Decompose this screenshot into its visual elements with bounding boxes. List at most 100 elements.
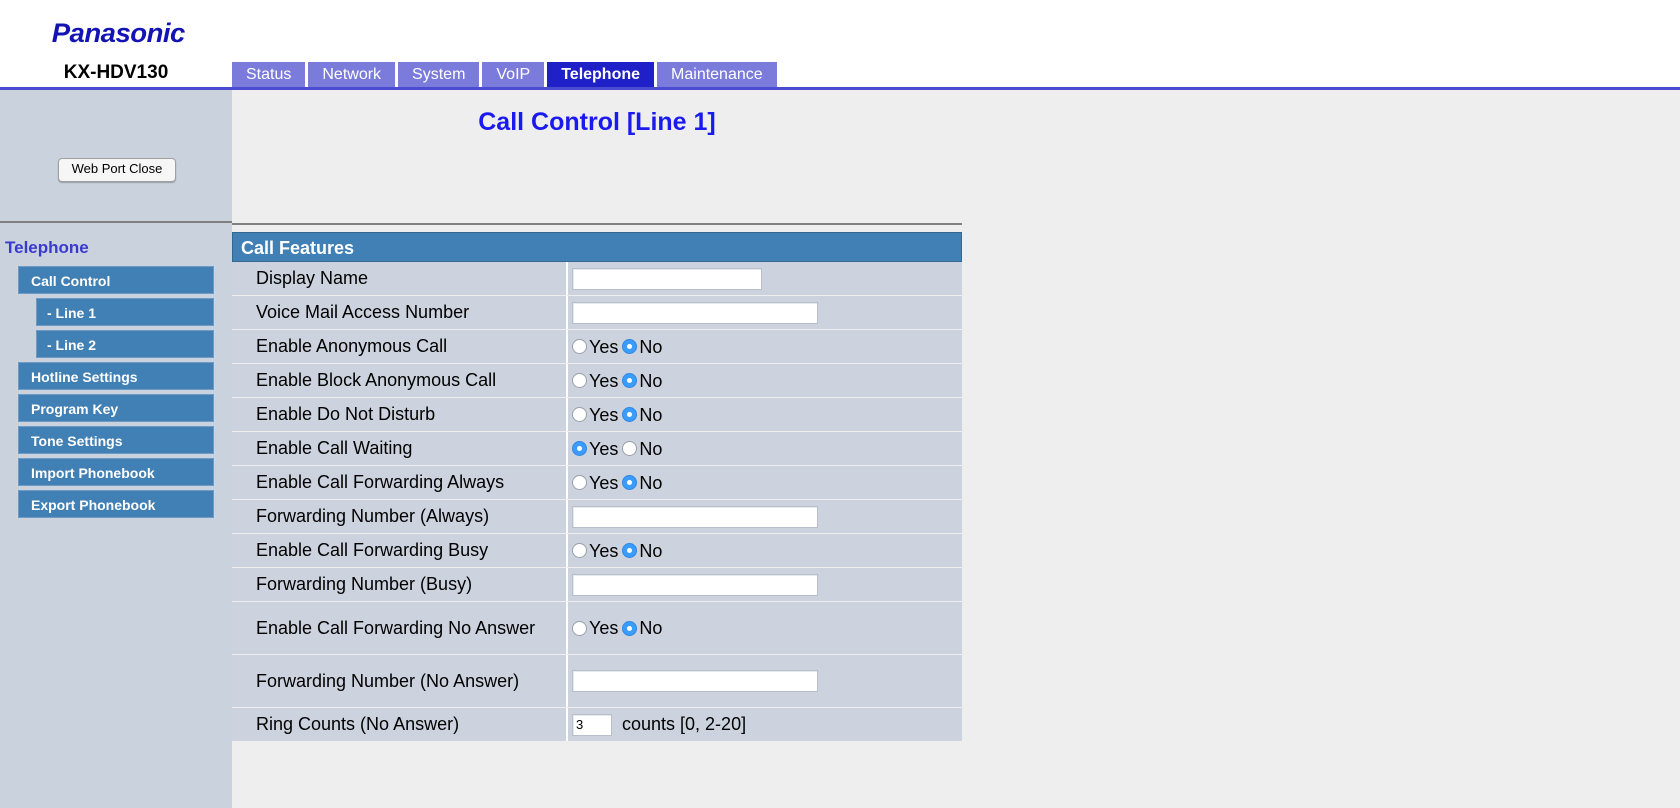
radio-label: Yes	[589, 472, 619, 493]
radio-circle-icon[interactable]	[622, 441, 638, 456]
sidebar-section-title: Telephone	[5, 238, 89, 257]
radio-circle-icon[interactable]	[572, 475, 587, 490]
input-forwarding-number-busy[interactable]	[572, 573, 818, 596]
radio-yes-enable-do-not-disturb[interactable]: Yes	[572, 406, 618, 424]
radio-circle-icon[interactable]	[572, 620, 587, 636]
radio-label: Yes	[589, 618, 619, 638]
sidebar-menu: Call Control - Line 1 - Line 2 Hotline Sett…	[0, 266, 232, 522]
tab-telephone[interactable]: Telephone	[547, 62, 655, 87]
input-voice-mail-access-number[interactable]	[572, 301, 818, 324]
radio-yes-enable-call-forwarding-no-answer[interactable]: Yes	[572, 619, 618, 637]
radio-no-enable-call-forwarding-always[interactable]: No	[622, 474, 662, 492]
radio-circle-icon[interactable]	[572, 441, 587, 456]
radio-no-enable-block-anonymous-call[interactable]: No	[622, 372, 662, 390]
tab-network[interactable]: Network	[308, 62, 396, 87]
row-value-enable-call-forwarding-no-answer: Yes No	[568, 602, 962, 654]
table-row: Enable Anonymous Call Yes No	[232, 330, 962, 363]
web-port-close-button[interactable]: Web Port Close	[58, 158, 176, 182]
sidebar-item-program-key[interactable]: Program Key	[18, 394, 214, 422]
radio-no-enable-do-not-disturb[interactable]: No	[622, 406, 662, 424]
table-row: Enable Block Anonymous Call Yes No	[232, 364, 962, 397]
radio-circle-icon[interactable]	[622, 373, 638, 388]
radio-circle-icon[interactable]	[572, 407, 587, 422]
radio-yes-enable-call-forwarding-busy[interactable]: Yes	[572, 542, 618, 560]
table-row: Forwarding Number (Busy)	[232, 568, 962, 601]
row-value-ring-counts-no-answer: counts [0, 2-20]	[568, 708, 962, 741]
radio-label: Yes	[589, 370, 619, 391]
row-label-forwarding-number-busy: Forwarding Number (Busy)	[232, 568, 568, 601]
radio-circle-icon[interactable]	[572, 339, 587, 354]
row-value-enable-call-forwarding-always: Yes No	[568, 466, 962, 499]
tab-status[interactable]: Status	[232, 62, 306, 87]
table-row: Enable Call Forwarding No Answer Yes No	[232, 602, 962, 654]
tab-maintenance[interactable]: Maintenance	[657, 62, 777, 87]
main-tab-bar: Status Network System VoIP Telephone Maintena…	[232, 62, 780, 87]
radio-label: Yes	[589, 438, 619, 459]
row-label-enable-block-anonymous-call: Enable Block Anonymous Call	[232, 364, 568, 397]
sidebar-item-line-2[interactable]: - Line 2	[36, 330, 214, 358]
sidebar-item-call-control[interactable]: Call Control	[18, 266, 214, 294]
radio-label: No	[639, 336, 663, 357]
row-value-enable-do-not-disturb: Yes No	[568, 398, 962, 431]
radio-no-enable-call-waiting[interactable]: No	[622, 440, 662, 458]
radio-yes-enable-call-waiting[interactable]: Yes	[572, 440, 618, 458]
sidebar-item-export-phonebook[interactable]: Export Phonebook	[18, 490, 214, 518]
radio-circle-icon[interactable]	[622, 339, 638, 354]
radio-circle-icon[interactable]	[622, 407, 638, 422]
radio-label: Yes	[589, 336, 619, 357]
row-value-enable-anonymous-call: Yes No	[568, 330, 962, 363]
sidebar-item-import-phonebook[interactable]: Import Phonebook	[18, 458, 214, 486]
radio-label: No	[639, 618, 663, 638]
radio-circle-icon[interactable]	[622, 620, 638, 636]
radio-label: No	[639, 404, 663, 425]
sidebar-item-hotline-settings[interactable]: Hotline Settings	[18, 362, 214, 390]
row-value-enable-block-anonymous-call: Yes No	[568, 364, 962, 397]
call-features-rows: Display Name Voice Mail Access Number Enab…	[232, 262, 962, 741]
page-header: Panasonic KX-HDV130 Status Network System V…	[0, 0, 1680, 88]
table-row: Forwarding Number (No Answer)	[232, 655, 962, 707]
tab-system[interactable]: System	[398, 62, 480, 87]
radio-group-enable-call-forwarding-no-answer: Yes No	[572, 619, 666, 637]
row-value-enable-call-waiting: Yes No	[568, 432, 962, 465]
tab-voip[interactable]: VoIP	[482, 62, 545, 87]
radio-label: No	[639, 540, 663, 561]
radio-yes-enable-block-anonymous-call[interactable]: Yes	[572, 372, 618, 390]
row-value-voice-mail-access-number	[568, 296, 962, 329]
row-label-enable-anonymous-call: Enable Anonymous Call	[232, 330, 568, 363]
row-value-forwarding-number-busy	[568, 568, 962, 601]
row-value-display-name	[568, 262, 962, 295]
call-features-table: Call Features Display Name Voice Mail Acc…	[232, 232, 962, 742]
radio-no-enable-call-forwarding-no-answer[interactable]: No	[622, 619, 662, 637]
call-features-header: Call Features	[232, 232, 962, 262]
table-row: Enable Call Forwarding Busy Yes No	[232, 534, 962, 567]
radio-group-enable-block-anonymous-call: Yes No	[572, 372, 666, 390]
input-ring-counts-no-answer[interactable]	[572, 713, 612, 736]
input-display-name[interactable]	[572, 267, 762, 290]
row-label-voice-mail-access-number: Voice Mail Access Number	[232, 296, 568, 329]
radio-no-enable-call-forwarding-busy[interactable]: No	[622, 542, 662, 560]
radio-yes-enable-anonymous-call[interactable]: Yes	[572, 338, 618, 356]
panasonic-logo: Panasonic	[51, 18, 186, 48]
row-label-ring-counts-no-answer: Ring Counts (No Answer)	[232, 708, 568, 741]
radio-no-enable-anonymous-call[interactable]: No	[622, 338, 662, 356]
input-forwarding-number-always[interactable]	[572, 505, 818, 528]
table-row: Voice Mail Access Number	[232, 296, 962, 329]
radio-circle-icon[interactable]	[622, 475, 638, 490]
radio-yes-enable-call-forwarding-always[interactable]: Yes	[572, 474, 618, 492]
row-label-enable-call-forwarding-no-answer: Enable Call Forwarding No Answer	[232, 602, 568, 654]
table-row: Display Name	[232, 262, 962, 295]
radio-circle-icon[interactable]	[572, 373, 587, 388]
row-label-enable-call-waiting: Enable Call Waiting	[232, 432, 568, 465]
radio-circle-icon[interactable]	[622, 543, 638, 558]
radio-label: Yes	[589, 404, 619, 425]
radio-label: Yes	[589, 540, 619, 561]
row-value-forwarding-number-always	[568, 500, 962, 533]
radio-label: No	[639, 370, 663, 391]
radio-circle-icon[interactable]	[572, 543, 587, 558]
table-row: Enable Call Forwarding Always Yes No	[232, 466, 962, 499]
row-label-forwarding-number-always: Forwarding Number (Always)	[232, 500, 568, 533]
sidebar-item-tone-settings[interactable]: Tone Settings	[18, 426, 214, 454]
sidebar-item-line-1[interactable]: - Line 1	[36, 298, 214, 326]
input-forwarding-number-no-answer[interactable]	[572, 670, 818, 692]
row-label-display-name: Display Name	[232, 262, 568, 295]
